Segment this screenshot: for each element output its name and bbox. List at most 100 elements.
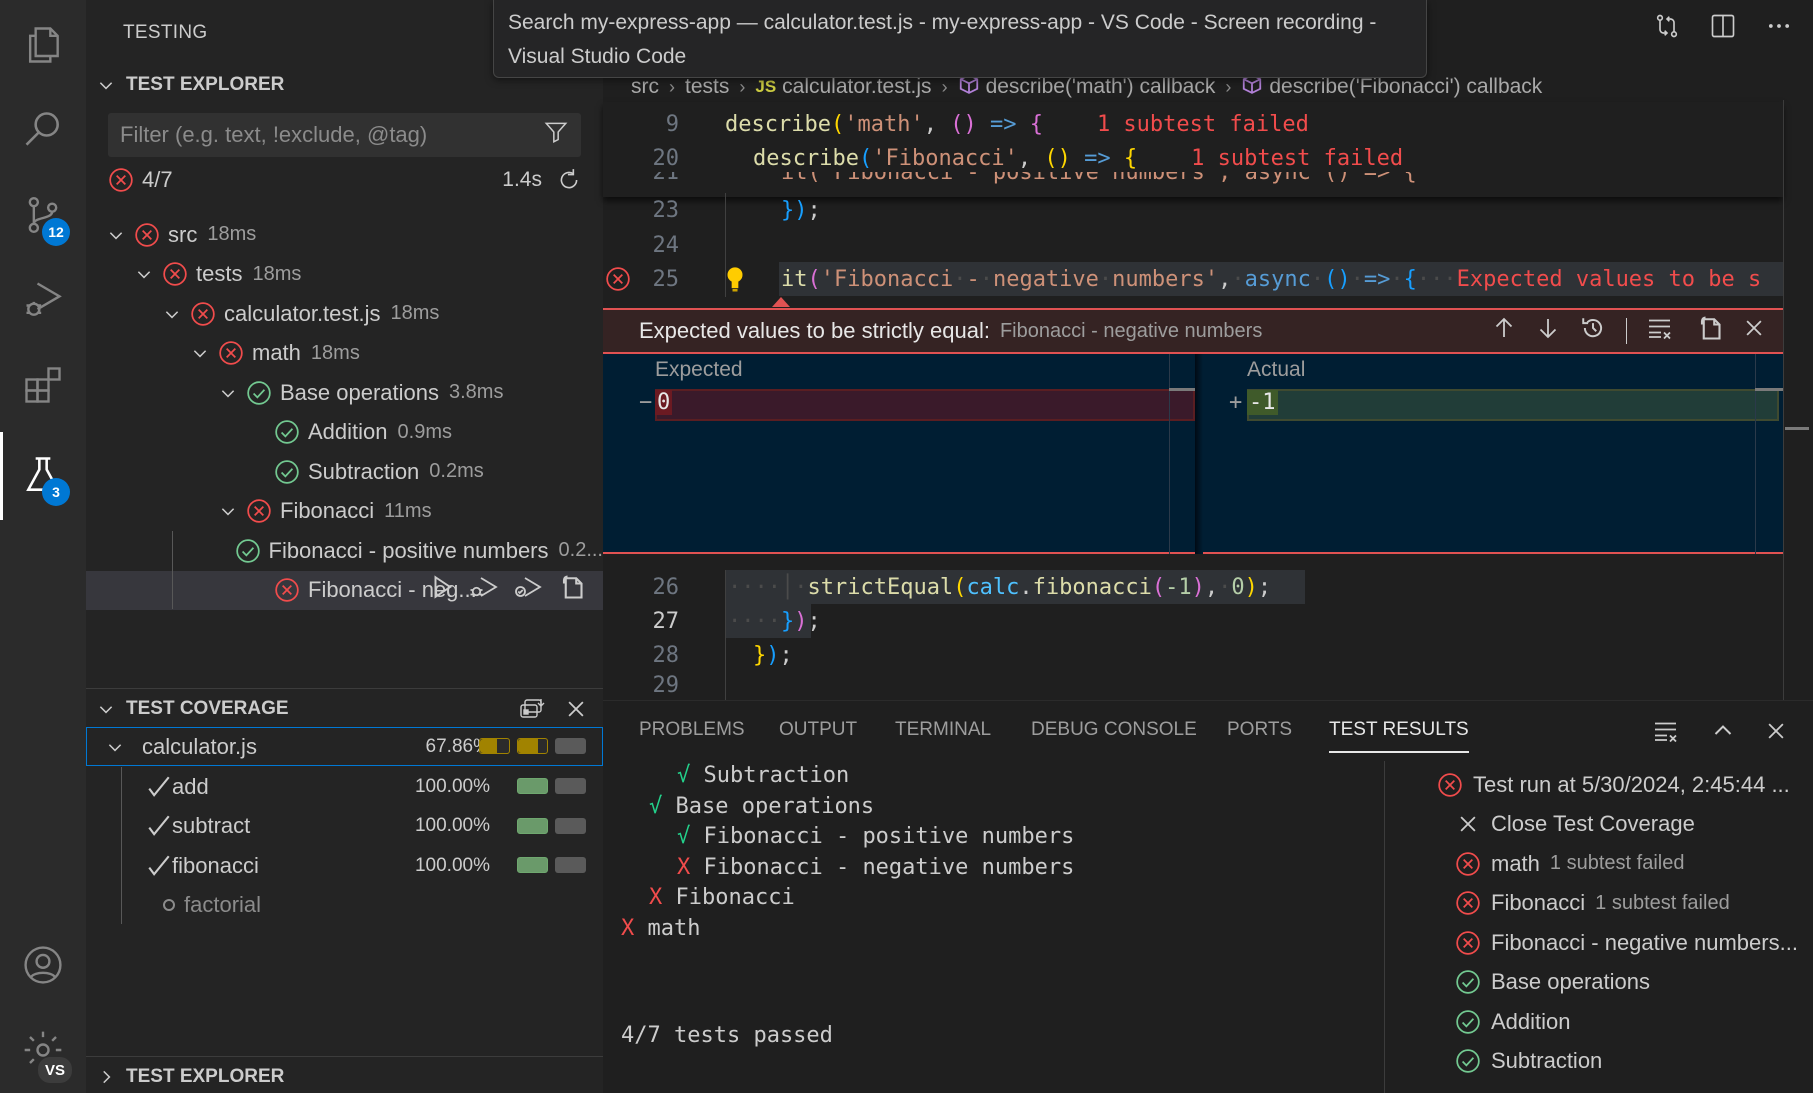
breadcrumb-item[interactable]: describe('Fibonacci') callback (1269, 75, 1542, 99)
close-icon[interactable] (565, 698, 587, 720)
activity-run-debug[interactable] (0, 265, 86, 335)
arrow-up-icon[interactable] (1492, 316, 1516, 346)
rerun-icon[interactable] (556, 167, 582, 193)
close-panel-icon[interactable] (1765, 720, 1787, 748)
code-line[interactable]: 29 (603, 672, 1783, 698)
test-label: calculator.test.js (224, 300, 381, 326)
activity-extensions[interactable] (0, 350, 86, 420)
chevron-down-icon (106, 738, 136, 756)
result-item[interactable]: Base operations (1455, 963, 1650, 1002)
close-icon[interactable] (1743, 317, 1765, 345)
scrollbar-thumb[interactable] (1169, 388, 1195, 391)
panel-tab-ports[interactable]: PORTS (1227, 719, 1292, 753)
scrollbar-thumb[interactable] (1755, 388, 1783, 391)
panel-tab-terminal[interactable]: TERMINAL (895, 719, 991, 753)
chevron-down-icon[interactable] (216, 384, 240, 402)
test-explorer-collapsed-header[interactable]: TEST EXPLORER (86, 1056, 603, 1093)
error-icon (1455, 851, 1481, 877)
filter-input[interactable] (120, 122, 543, 148)
run-with-coverage-icon[interactable] (513, 574, 543, 606)
sticky-line[interactable]: 20 describe('Fibonacci', () => {1 subtes… (603, 141, 1783, 175)
history-icon[interactable] (1580, 315, 1606, 347)
pass-icon (1455, 969, 1481, 995)
lightbulb-icon[interactable] (725, 265, 745, 293)
split-editor-icon[interactable] (1709, 12, 1737, 40)
scrollbar-thumb[interactable] (1785, 427, 1809, 430)
panel-tab-problems[interactable]: PROBLEMS (639, 719, 745, 753)
activity-accounts[interactable] (0, 930, 86, 1000)
test-tree-item[interactable]: tests 18ms (86, 255, 603, 294)
fail-mark: X (621, 915, 635, 941)
clear-results-icon[interactable] (1653, 719, 1681, 749)
activity-testing[interactable]: 3 (0, 440, 86, 510)
activity-manage[interactable]: VS (0, 1015, 86, 1085)
coverage-function-row[interactable]: factorial (86, 886, 603, 925)
test-tree-item[interactable]: Fibonacci - positive numbers 0.2... (86, 531, 603, 570)
code-line[interactable]: 24 (603, 228, 1783, 262)
result-item[interactable]: Test run at 5/30/2024, 2:45:44 ... (1437, 765, 1790, 804)
test-tree-item[interactable]: src 18ms (86, 215, 603, 254)
debug-test-icon[interactable] (469, 574, 499, 606)
result-item[interactable]: Close Test Coverage (1455, 805, 1695, 844)
test-tree-item[interactable]: math 18ms (86, 334, 603, 373)
code-line[interactable]: 27 ····}); (603, 604, 1783, 638)
chevron-down-icon[interactable] (216, 502, 240, 520)
breadcrumb-item[interactable]: tests (685, 75, 729, 99)
coverage-function-row[interactable]: add 100.00% (86, 767, 603, 806)
source-control-badge: 12 (42, 218, 70, 246)
arrow-down-icon[interactable] (1536, 316, 1560, 346)
chevron-right-icon (86, 1068, 126, 1086)
function-coverage-bar (517, 778, 548, 794)
coverage-function-row[interactable]: subtract 100.00% (86, 807, 603, 846)
run-test-icon[interactable] (429, 574, 455, 606)
filter-icon[interactable] (543, 119, 569, 151)
more-actions-icon[interactable] (1765, 12, 1793, 40)
coverage-filter-icon[interactable] (519, 697, 547, 721)
chevron-down-icon[interactable] (188, 344, 212, 362)
activity-search[interactable] (0, 95, 86, 165)
breadcrumb-item[interactable]: calculator.test.js (782, 75, 931, 99)
chevron-down-icon[interactable] (132, 265, 156, 283)
chevron-down-icon[interactable] (104, 226, 128, 244)
result-item[interactable]: math 1 subtest failed (1455, 844, 1684, 883)
activity-source-control[interactable]: 12 (0, 180, 86, 250)
code-line-failed[interactable]: 25 it('Fibonacci·-·negative·numbers',·as… (603, 262, 1783, 296)
code-line[interactable]: 23 }); (603, 193, 1783, 227)
breadcrumb-item[interactable]: src (631, 75, 659, 99)
code-line[interactable]: 26 ····│·strictEqual(calc.fibonacci(-1),… (603, 570, 1783, 604)
compare-changes-icon[interactable] (1653, 12, 1681, 40)
code-text: describe('math', () => {1 subtest failed (725, 111, 1309, 137)
test-tree-item[interactable]: Fibonacci - neg... (86, 570, 603, 610)
maximize-panel-icon[interactable] (1711, 719, 1735, 749)
test-tree-item[interactable]: Subtraction 0.2ms (86, 452, 603, 491)
coverage-file-row[interactable]: calculator.js 67.86% (86, 727, 603, 766)
test-tree-item[interactable]: Fibonacci 11ms (86, 492, 603, 531)
test-tree-item[interactable]: Addition 0.9ms (86, 413, 603, 452)
results-divider[interactable] (1384, 761, 1385, 1093)
panel-tab-test-results[interactable]: TEST RESULTS (1329, 719, 1469, 753)
error-icon (218, 340, 244, 366)
test-failed-gutter-icon[interactable] (605, 266, 631, 292)
sticky-line[interactable]: 9 describe('math', () => {1 subtest fail… (603, 107, 1783, 141)
go-to-test-icon[interactable] (557, 573, 585, 607)
result-item[interactable]: Fibonacci 1 subtest failed (1455, 884, 1730, 923)
result-item[interactable]: Addition (1455, 1002, 1571, 1041)
activity-explorer[interactable] (0, 10, 86, 80)
test-tree-item[interactable]: calculator.test.js 18ms (86, 294, 603, 333)
coverage-function-row[interactable]: fibonacci 100.00% (86, 846, 603, 885)
diff-sash[interactable] (1195, 354, 1203, 554)
result-item[interactable]: Subtraction (1455, 1042, 1602, 1081)
chevron-down-icon[interactable] (160, 305, 184, 323)
panel-tab-output[interactable]: OUTPUT (779, 719, 857, 753)
clear-all-icon[interactable] (1647, 316, 1675, 346)
test-tree-item[interactable]: Base operations 3.8ms (86, 373, 603, 412)
test-coverage-header[interactable]: TEST COVERAGE (86, 688, 603, 728)
scrollbar-track[interactable] (1783, 100, 1784, 700)
test-filter[interactable] (108, 113, 581, 157)
result-item[interactable]: Fibonacci - negative numbers... (1455, 923, 1798, 962)
panel-tab-debug-console[interactable]: DEBUG CONSOLE (1031, 719, 1197, 753)
go-to-file-icon[interactable] (1695, 314, 1723, 348)
code-text: ····}); (728, 608, 821, 634)
code-line[interactable]: 28 }); (603, 638, 1783, 672)
breadcrumb-item[interactable]: describe('math') callback (986, 75, 1216, 99)
